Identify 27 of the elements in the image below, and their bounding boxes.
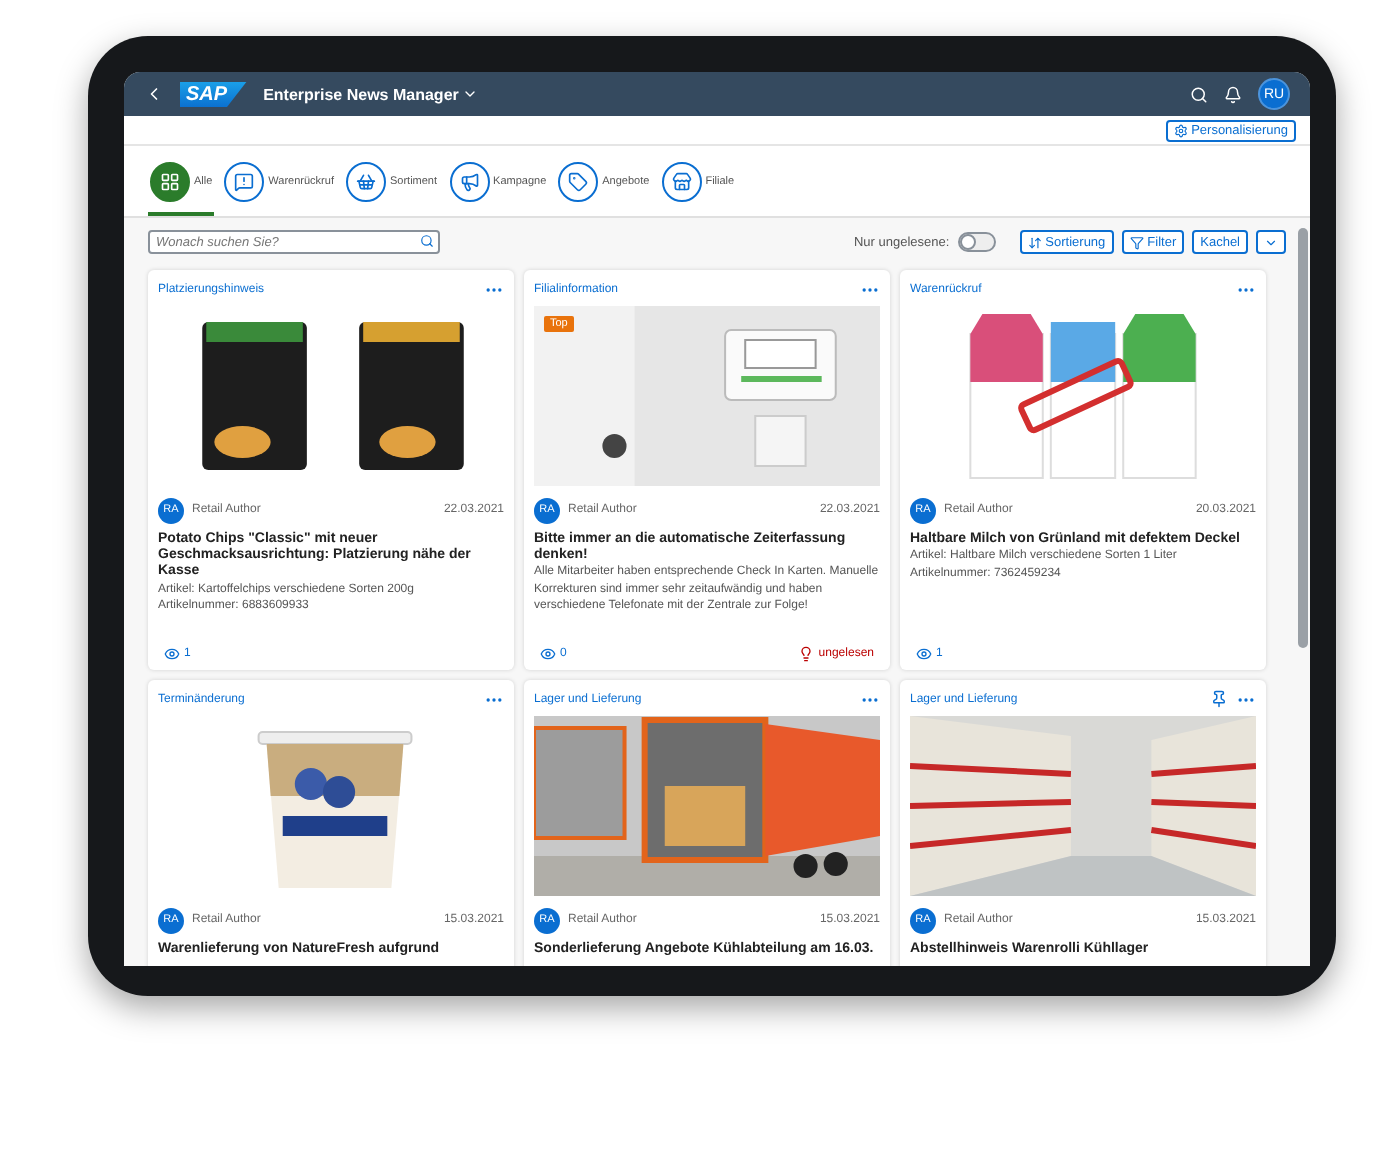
logo: SAP <box>180 81 248 107</box>
category-icon <box>459 172 480 192</box>
search-icon <box>420 234 434 248</box>
search-icon <box>1190 85 1208 103</box>
bell-icon <box>1224 85 1242 103</box>
category-icon <box>568 172 589 192</box>
pin-icon[interactable] <box>1210 690 1228 708</box>
category-icon <box>160 172 180 192</box>
scrollbar[interactable] <box>1298 228 1308 648</box>
lightbulb-icon <box>798 646 815 662</box>
sort-icon <box>1027 235 1042 249</box>
caret-icon <box>1264 235 1278 249</box>
news-card[interactable] <box>148 270 514 670</box>
app-title-menu[interactable]: Enterprise News Manager <box>263 85 479 103</box>
notifications-button[interactable] <box>1224 85 1242 103</box>
unread-toggle[interactable] <box>957 232 996 252</box>
eye-icon <box>916 646 932 662</box>
category-icon <box>671 172 692 192</box>
category-icon <box>355 172 376 192</box>
filter-icon <box>1129 235 1144 249</box>
category-icon <box>234 172 255 192</box>
settings-icon <box>1173 123 1188 137</box>
search-button[interactable] <box>1190 85 1208 103</box>
caret-icon <box>462 86 479 102</box>
view-dropdown-button[interactable] <box>1256 230 1286 254</box>
eye-icon <box>164 646 180 662</box>
eye-icon <box>540 646 556 662</box>
